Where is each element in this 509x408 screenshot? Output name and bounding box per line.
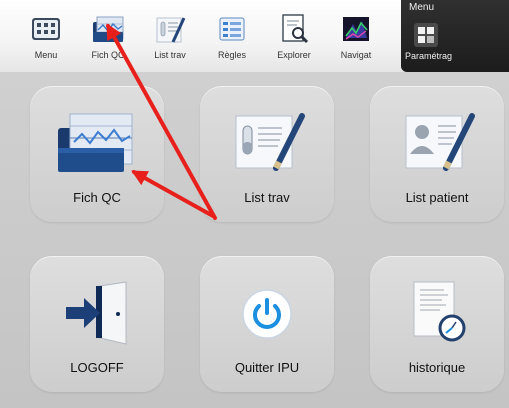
- toolbar-explorer-button[interactable]: Explorer: [266, 0, 322, 72]
- toolbar-explorer-label: Explorer: [277, 50, 311, 60]
- tile-logoff[interactable]: LOGOFF: [30, 256, 164, 392]
- rules-icon: [219, 17, 245, 41]
- toolbar-menu-label: Menu: [34, 50, 58, 60]
- qc-chart-icon: [58, 113, 133, 172]
- navigator-icon: [343, 17, 369, 41]
- patient-list-icon: [405, 113, 475, 171]
- tile-label: LOGOFF: [70, 360, 124, 375]
- tile-quitter-ipu[interactable]: Quitter IPU: [200, 256, 334, 392]
- toolbar-navigat-label: Navigat: [340, 50, 372, 60]
- toolbar-parametrag-button[interactable]: Menu Paramétrag: [401, 0, 509, 72]
- tile-list-patient[interactable]: List patient: [370, 86, 504, 222]
- tile-label: Fich QC: [73, 190, 121, 205]
- power-icon: [242, 289, 292, 339]
- tile-label: historique: [408, 360, 466, 375]
- toolbar-fich-qc-label: Fich QC: [91, 50, 125, 60]
- tile-label: Quitter IPU: [234, 360, 300, 375]
- toolbar-active-title: Menu: [409, 2, 435, 13]
- toolbar-list-trav-button[interactable]: List trav: [142, 0, 198, 72]
- toolbar-regles-button[interactable]: Règles: [204, 0, 260, 72]
- tile-fich-qc[interactable]: Fich QC: [30, 86, 164, 222]
- qc-chart-icon: [93, 16, 124, 42]
- explorer-icon: [282, 14, 309, 44]
- tile-label: List trav: [244, 190, 290, 205]
- top-toolbar: Menu Fich QC List trav Règles Explorer N…: [0, 0, 509, 73]
- main-menu-grid: Fich QC List trav List patient LOGOFF Qu…: [0, 72, 509, 408]
- toolbar-active-label: Paramétrag: [405, 51, 453, 61]
- toolbar-navigat-button[interactable]: Navigat: [328, 0, 384, 72]
- tile-historique[interactable]: historique: [370, 256, 504, 392]
- tile-list-trav[interactable]: List trav: [200, 86, 334, 222]
- toolbar-list-trav-label: List trav: [154, 50, 186, 60]
- toolbar-fich-qc-button[interactable]: Fich QC: [80, 0, 136, 72]
- menu-grid-icon: [32, 18, 60, 40]
- toolbar-regles-label: Règles: [217, 50, 246, 60]
- settings-icon: [414, 23, 438, 47]
- logoff-door-icon: [66, 281, 127, 345]
- worklist-icon: [235, 113, 305, 171]
- tile-label: List patient: [405, 190, 469, 205]
- worklist-icon: [156, 17, 186, 43]
- toolbar-menu-button[interactable]: Menu: [18, 0, 74, 72]
- history-document-icon: [413, 281, 466, 342]
